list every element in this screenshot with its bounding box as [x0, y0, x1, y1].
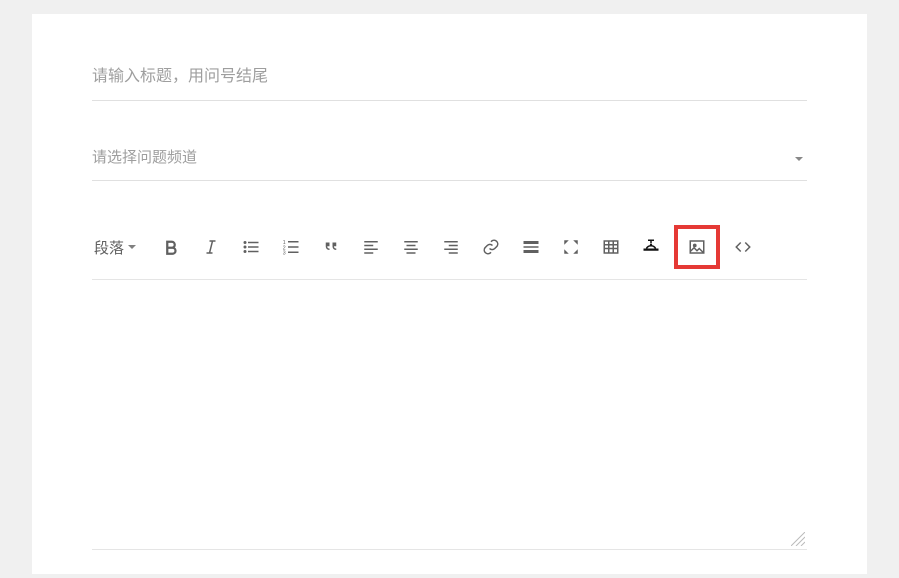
align-center-button[interactable] [394, 230, 428, 264]
format-dropdown-label: 段落 [94, 237, 124, 258]
channel-select[interactable]: 请选择问题频道 [92, 135, 807, 181]
bold-button[interactable] [154, 230, 188, 264]
title-input[interactable] [92, 54, 807, 101]
ordered-list-icon: 123 [282, 238, 300, 256]
code-icon [734, 238, 752, 256]
hide-button[interactable] [634, 230, 668, 264]
code-button[interactable] [726, 230, 760, 264]
resize-handle[interactable] [791, 532, 805, 546]
fullscreen-icon [562, 238, 580, 256]
editor-toolbar: 段落 123 [92, 225, 807, 280]
image-icon [688, 238, 706, 256]
editor-bottom-divider [92, 549, 807, 550]
image-button[interactable] [674, 225, 720, 269]
align-right-button[interactable] [434, 230, 468, 264]
table-icon [602, 238, 620, 256]
svg-text:3: 3 [283, 251, 286, 257]
blockquote-icon [322, 238, 340, 256]
horizontal-rule-button[interactable] [514, 230, 548, 264]
table-button[interactable] [594, 230, 628, 264]
unordered-list-icon [242, 238, 260, 256]
format-dropdown[interactable]: 段落 [92, 233, 142, 262]
italic-button[interactable] [194, 230, 228, 264]
link-button[interactable] [474, 230, 508, 264]
horizontal-rule-icon [522, 238, 540, 256]
align-center-icon [402, 238, 420, 256]
fullscreen-button[interactable] [554, 230, 588, 264]
align-right-icon [442, 238, 460, 256]
align-left-icon [362, 238, 380, 256]
italic-icon [202, 238, 220, 256]
link-icon [482, 238, 500, 256]
editor-card: 请选择问题频道 段落 123 [32, 14, 867, 574]
channel-select-wrap: 请选择问题频道 [92, 101, 807, 181]
content-editor[interactable] [92, 288, 807, 508]
ordered-list-button[interactable]: 123 [274, 230, 308, 264]
hide-icon [642, 238, 660, 256]
caret-down-icon [128, 245, 136, 249]
bold-icon [162, 238, 180, 256]
align-left-button[interactable] [354, 230, 388, 264]
blockquote-button[interactable] [314, 230, 348, 264]
unordered-list-button[interactable] [234, 230, 268, 264]
